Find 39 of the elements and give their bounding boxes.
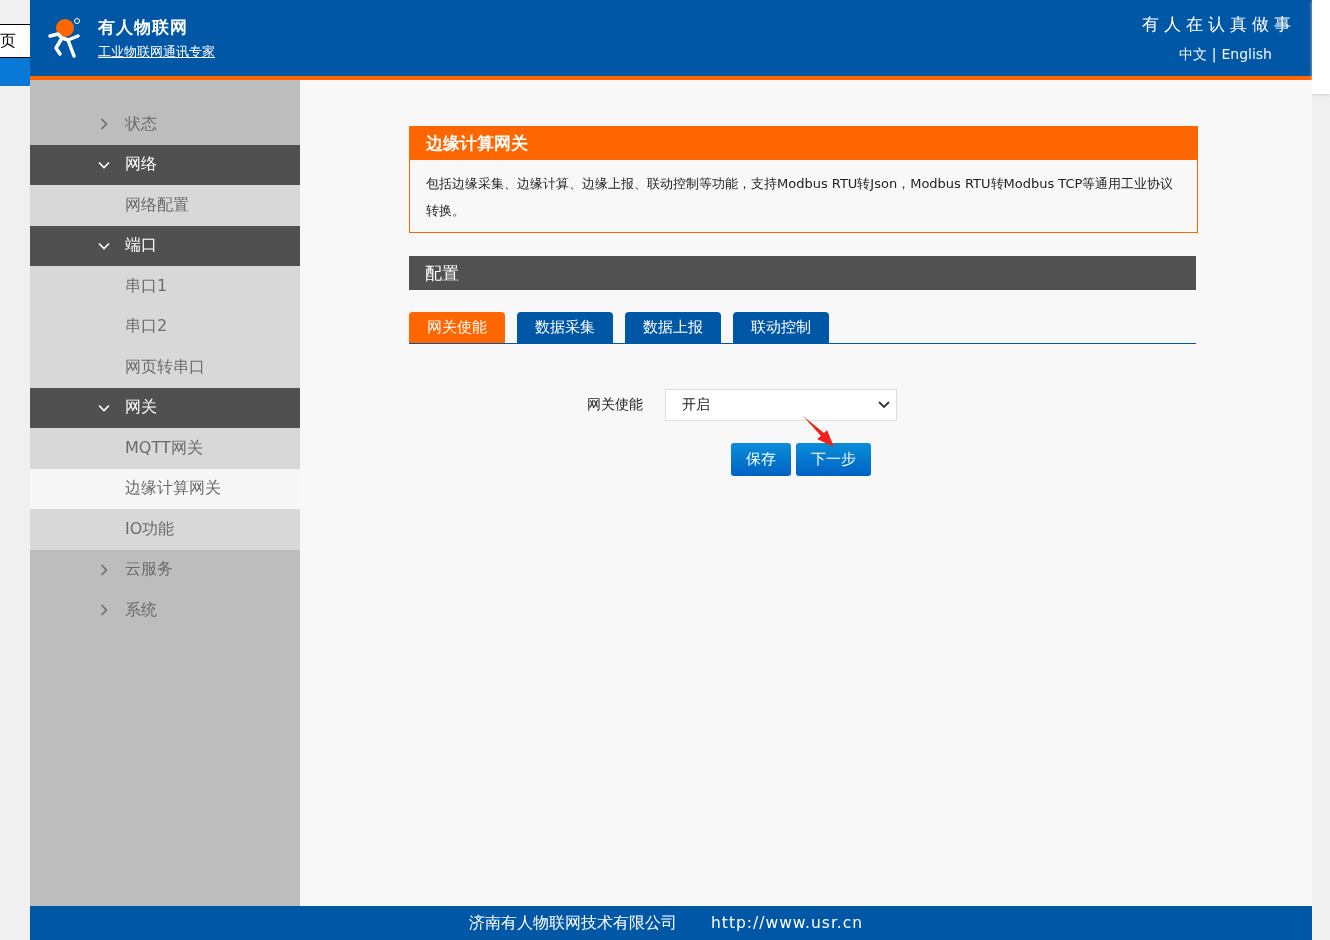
menu-item[interactable]: 串口2 (30, 306, 300, 347)
language-link[interactable]: 中文 (1178, 45, 1207, 64)
intro-title: 边缘计算网关 (410, 127, 1197, 160)
menu-item[interactable]: IO功能 (30, 509, 300, 550)
chevron-right-icon (98, 118, 110, 131)
selected-list-row (0, 58, 30, 86)
menu-group[interactable]: 系统 (30, 590, 300, 631)
menu-group[interactable]: 网关 (30, 387, 300, 428)
tab[interactable]: 联动控制 (733, 312, 829, 343)
menu-group[interactable]: 状态 (30, 104, 300, 145)
intro-text: 包括边缘采集、边缘计算、边缘上报、联动控制等功能，支持Modbus RTU转Json，Modbus RTU转Modbus TCP等通用工业协议转换。 (425, 175, 1175, 220)
tab[interactable]: 数据上报 (625, 312, 721, 343)
pointer-arrow-icon (803, 416, 835, 448)
separator: | (1211, 45, 1217, 64)
action-button[interactable]: 保存 (731, 443, 791, 476)
tab[interactable]: 数据采集 (517, 312, 613, 343)
slogan: 有人在认真做事 (1142, 12, 1296, 36)
action-button[interactable]: 下一步 (796, 443, 871, 476)
menu-item[interactable]: 网络配置 (30, 185, 300, 226)
tab[interactable]: 网关使能 (409, 312, 505, 343)
chevron-right-icon (98, 563, 110, 576)
chevron-down-icon (878, 401, 890, 409)
chevron-right-icon (98, 604, 110, 617)
menu-group[interactable]: 云服务 (30, 549, 300, 590)
menu-group[interactable]: 端口 (30, 225, 300, 266)
select-field[interactable]: 开启 (665, 389, 897, 421)
menu-item[interactable]: 边缘计算网关 (30, 468, 300, 509)
language-link[interactable]: English (1221, 45, 1272, 64)
menu-group[interactable]: 网络 (30, 144, 300, 185)
config-title: 配置 (409, 256, 1196, 290)
brand-name: 有人物联网 (98, 15, 189, 39)
menu-item[interactable]: 网页转串口 (30, 347, 300, 388)
menu-item[interactable]: MQTT网关 (30, 428, 300, 469)
field-label: 网关使能 (587, 396, 643, 414)
window-text: 页 (0, 24, 30, 58)
website-link[interactable]: http://www.usr.cn (711, 914, 864, 932)
tagline: 工业物联网通讯专家 (98, 42, 215, 61)
menu-item[interactable]: 串口1 (30, 266, 300, 307)
company-name: 济南有人物联网技术有限公司 (469, 912, 677, 934)
